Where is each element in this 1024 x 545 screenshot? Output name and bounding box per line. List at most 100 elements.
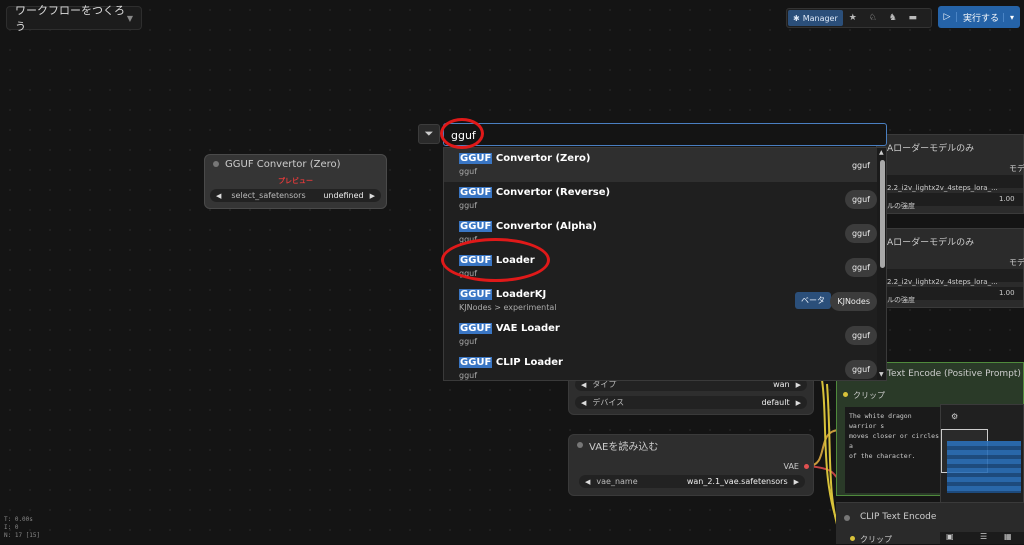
arrow-right-icon[interactable]: ▶: [794, 478, 799, 486]
vae-name-widget[interactable]: ◀ vae_name wan_2.1_vae.safetensors ▶: [579, 475, 805, 488]
node-title: Aローダーモデルのみ: [887, 144, 975, 154]
run-label: 実行する: [963, 13, 1000, 24]
result-category: gguf: [459, 337, 478, 346]
match-highlight: GGUF: [459, 357, 493, 368]
node-title[interactable]: GGUF Convertor (Zero): [205, 155, 386, 173]
chevron-down-icon[interactable]: ▼: [127, 14, 133, 23]
result-name: Convertor (Alpha): [492, 221, 597, 232]
beta-badge: ベータ: [795, 292, 831, 309]
source-badge: KJNodes: [830, 292, 877, 311]
device-widget[interactable]: ◀ デバイス default ▶: [575, 396, 807, 409]
annotation-circle-loader: [441, 238, 550, 282]
result-name: CLIP Loader: [492, 357, 563, 368]
arrow-left-icon[interactable]: ◀: [585, 478, 590, 486]
prompt-line: moves closer or circles a: [849, 432, 940, 450]
source-badge: gguf: [844, 258, 877, 277]
strength-value: 1.00: [999, 289, 1015, 297]
result-item-loader-kj[interactable]: GGUF LoaderKJ KJNodes > experimental ベータ…: [444, 284, 877, 318]
node-title[interactable]: VAEを読み込む: [569, 435, 813, 455]
device-value: default: [761, 398, 790, 407]
stats-overlay: T: 0.00s I: 0 N: 17 [15]: [4, 516, 40, 540]
users-icon[interactable]: ♘: [863, 13, 883, 23]
minus-icon[interactable]: ▬: [903, 13, 923, 23]
match-highlight: GGUF: [459, 187, 493, 198]
run-button[interactable]: ▷ 実行する ▾: [938, 6, 1020, 28]
node-title-text: GGUF Convertor (Zero): [225, 158, 341, 170]
source-badge: gguf: [844, 224, 877, 243]
scroll-down-icon[interactable]: ▼: [879, 371, 884, 378]
node-title-text: VAEを読み込む: [589, 441, 659, 453]
preview-thumbnail: [947, 441, 1021, 493]
arrow-right-icon[interactable]: ▶: [796, 381, 801, 389]
lora-loader-node-2[interactable]: Aローダーモデルのみ モデ 2.2_i2v_lightx2v_4steps_lo…: [876, 228, 1024, 308]
filter-button[interactable]: ⏷: [418, 124, 440, 144]
vae-output-label: VAE: [783, 462, 800, 471]
clip-input-label: クリップ: [853, 391, 885, 400]
result-item-vae-loader[interactable]: GGUF VAE Loader gguf gguf: [444, 318, 877, 352]
node-title: Text Encode (Positive Prompt): [887, 369, 1021, 379]
strength-label: ルの強度: [887, 202, 915, 210]
arrow-left-icon[interactable]: ◀: [581, 399, 586, 407]
vae-loader-node[interactable]: VAEを読み込む VAE ◀ vae_name wan_2.1_vae.safe…: [568, 434, 814, 496]
chevron-down-icon[interactable]: ▾: [1003, 12, 1020, 22]
collapse-dot-icon[interactable]: [844, 515, 850, 521]
match-highlight: GGUF: [459, 153, 493, 164]
arrow-left-icon[interactable]: ◀: [216, 192, 221, 200]
type-value: wan: [773, 380, 790, 389]
filter-icon: ⏷: [424, 127, 434, 140]
prompt-textarea[interactable]: The white dragon warrior s moves closer …: [845, 407, 945, 493]
stats-line: N: 17 [15]: [4, 532, 41, 539]
top-toolbar: ✱ Manager ★ ♘ ♞ ▬: [786, 8, 932, 28]
node-title: CLIP Text Encode: [860, 512, 937, 522]
clip-input-slot[interactable]: [850, 536, 855, 541]
result-category: KJNodes > experimental: [459, 303, 557, 312]
star-icon[interactable]: ★: [843, 13, 863, 23]
menu-icon[interactable]: ☰: [980, 532, 987, 541]
select-safetensors-widget[interactable]: ◀ select_safetensors undefined ▶: [210, 189, 381, 202]
clip-input-slot[interactable]: [843, 392, 848, 397]
scrollbar[interactable]: ▲ ▼: [877, 148, 886, 380]
match-highlight: GGUF: [459, 323, 493, 334]
puzzle-icon[interactable]: ♞: [883, 13, 903, 23]
gguf-convertor-node[interactable]: GGUF Convertor (Zero) プレビュー ◀ select_saf…: [204, 154, 387, 209]
result-name: LoaderKJ: [492, 289, 547, 300]
grid-icon[interactable]: ▦: [1004, 532, 1012, 541]
stats-line: T: 0.00s: [4, 516, 33, 523]
node-search-box[interactable]: [443, 123, 887, 147]
column-label: モデ: [1009, 164, 1024, 173]
result-item-clip-loader[interactable]: GGUF CLIP Loader gguf gguf: [444, 352, 877, 380]
collapse-dot-icon[interactable]: [577, 442, 583, 448]
scrollbar-thumb[interactable]: [880, 160, 885, 268]
arrow-right-icon[interactable]: ▶: [796, 399, 801, 407]
result-item-convertor-zero[interactable]: GGUF Convertor (Zero) gguf gguf: [444, 148, 877, 182]
sliders-icon[interactable]: ⚙: [951, 412, 958, 421]
scroll-up-icon[interactable]: ▲: [879, 149, 884, 156]
lora-name-widget[interactable]: 2.2_i2v_lightx2v_4steps_lora_...: [883, 269, 1023, 286]
collapse-dot-icon[interactable]: [213, 161, 219, 167]
image-icon[interactable]: ▣: [946, 532, 954, 541]
result-category: gguf: [459, 167, 478, 176]
arrow-left-icon[interactable]: ◀: [581, 381, 586, 389]
preview-controls: ▣ ☰ ▦: [940, 532, 1024, 544]
manager-label: Manager: [802, 13, 838, 23]
workflow-title-tab[interactable]: ワークフローをつくろう ▼: [6, 4, 142, 33]
search-input[interactable]: [444, 124, 873, 147]
clip-input-label: クリップ: [860, 535, 892, 544]
widget-value: undefined: [323, 191, 364, 200]
result-item-convertor-reverse[interactable]: GGUF Convertor (Reverse) gguf gguf: [444, 182, 877, 216]
arrow-right-icon[interactable]: ▶: [370, 192, 375, 200]
vae-output-slot[interactable]: [804, 464, 809, 469]
prompt-line: of the character.: [849, 452, 916, 460]
stats-line: I: 0: [4, 524, 19, 531]
column-label: モデ: [1009, 258, 1024, 267]
match-highlight: GGUF: [459, 289, 493, 300]
device-label: デバイス: [592, 398, 625, 407]
strength-widget[interactable]: ルの強度 1.00: [883, 193, 1023, 210]
strength-label: ルの強度: [887, 296, 915, 304]
strength-widget[interactable]: ルの強度 1.00: [883, 287, 1023, 304]
lora-loader-node-1[interactable]: Aローダーモデルのみ モデ 2.2_i2v_lightx2v_4steps_lo…: [876, 134, 1024, 214]
lora-name-value: 2.2_i2v_lightx2v_4steps_lora_...: [887, 184, 998, 192]
lora-name-widget[interactable]: 2.2_i2v_lightx2v_4steps_lora_...: [883, 175, 1023, 192]
widget-value: wan_2.1_vae.safetensors: [686, 477, 788, 486]
manager-button[interactable]: ✱ Manager: [788, 10, 843, 26]
